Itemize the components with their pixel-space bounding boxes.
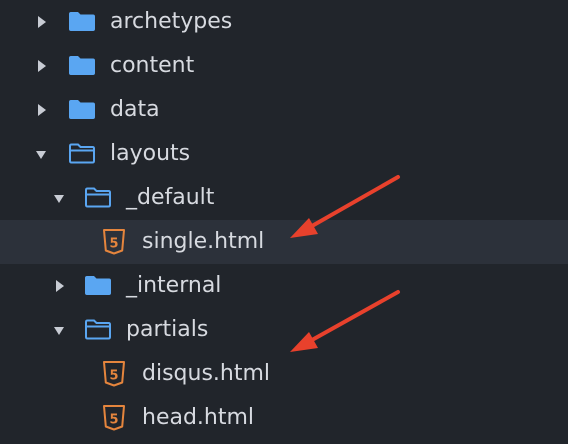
- tree-item-archetypes[interactable]: archetypes: [0, 0, 568, 44]
- folder-icon: [68, 54, 96, 82]
- chevron-down-icon[interactable]: [54, 195, 64, 203]
- tree-item-head-html[interactable]: 5 head.html: [0, 396, 568, 440]
- tree-item-layouts[interactable]: layouts: [0, 132, 568, 176]
- chevron-right-icon[interactable]: [38, 60, 46, 72]
- file-tree: archetypes content data layouts _default: [0, 0, 568, 444]
- tree-item-single-html[interactable]: 5 single.html: [0, 220, 568, 264]
- tree-item-label: partials: [126, 317, 209, 342]
- tree-item-content[interactable]: content: [0, 44, 568, 88]
- tree-item-label: archetypes: [110, 9, 233, 34]
- folder-icon: [68, 98, 96, 126]
- html5-icon: 5: [102, 229, 126, 261]
- folder-open-icon: [68, 142, 96, 170]
- tree-item-label: layouts: [110, 141, 191, 166]
- folder-icon: [84, 274, 112, 302]
- svg-text:5: 5: [109, 237, 118, 252]
- tree-item-data[interactable]: data: [0, 88, 568, 132]
- chevron-down-icon[interactable]: [54, 327, 64, 335]
- tree-item-label: single.html: [142, 229, 265, 254]
- chevron-right-icon[interactable]: [38, 104, 46, 116]
- html5-icon: 5: [102, 405, 126, 437]
- tree-item-label: _default: [126, 185, 215, 210]
- chevron-right-icon[interactable]: [56, 280, 64, 292]
- chevron-right-icon[interactable]: [38, 16, 46, 28]
- folder-icon: [68, 10, 96, 38]
- tree-item-label: head.html: [142, 405, 255, 430]
- html5-icon: 5: [102, 361, 126, 393]
- tree-item-label: _internal: [126, 273, 222, 298]
- tree-item-label: content: [110, 53, 195, 78]
- tree-item-partials[interactable]: partials: [0, 308, 568, 352]
- tree-item-label: disqus.html: [142, 361, 271, 386]
- chevron-down-icon[interactable]: [36, 151, 46, 159]
- tree-item-disqus-html[interactable]: 5 disqus.html: [0, 352, 568, 396]
- tree-item-default[interactable]: _default: [0, 176, 568, 220]
- svg-text:5: 5: [109, 369, 118, 384]
- tree-item-internal[interactable]: _internal: [0, 264, 568, 308]
- folder-open-icon: [84, 318, 112, 346]
- svg-text:5: 5: [109, 413, 118, 428]
- tree-item-label: data: [110, 97, 160, 122]
- folder-open-icon: [84, 186, 112, 214]
